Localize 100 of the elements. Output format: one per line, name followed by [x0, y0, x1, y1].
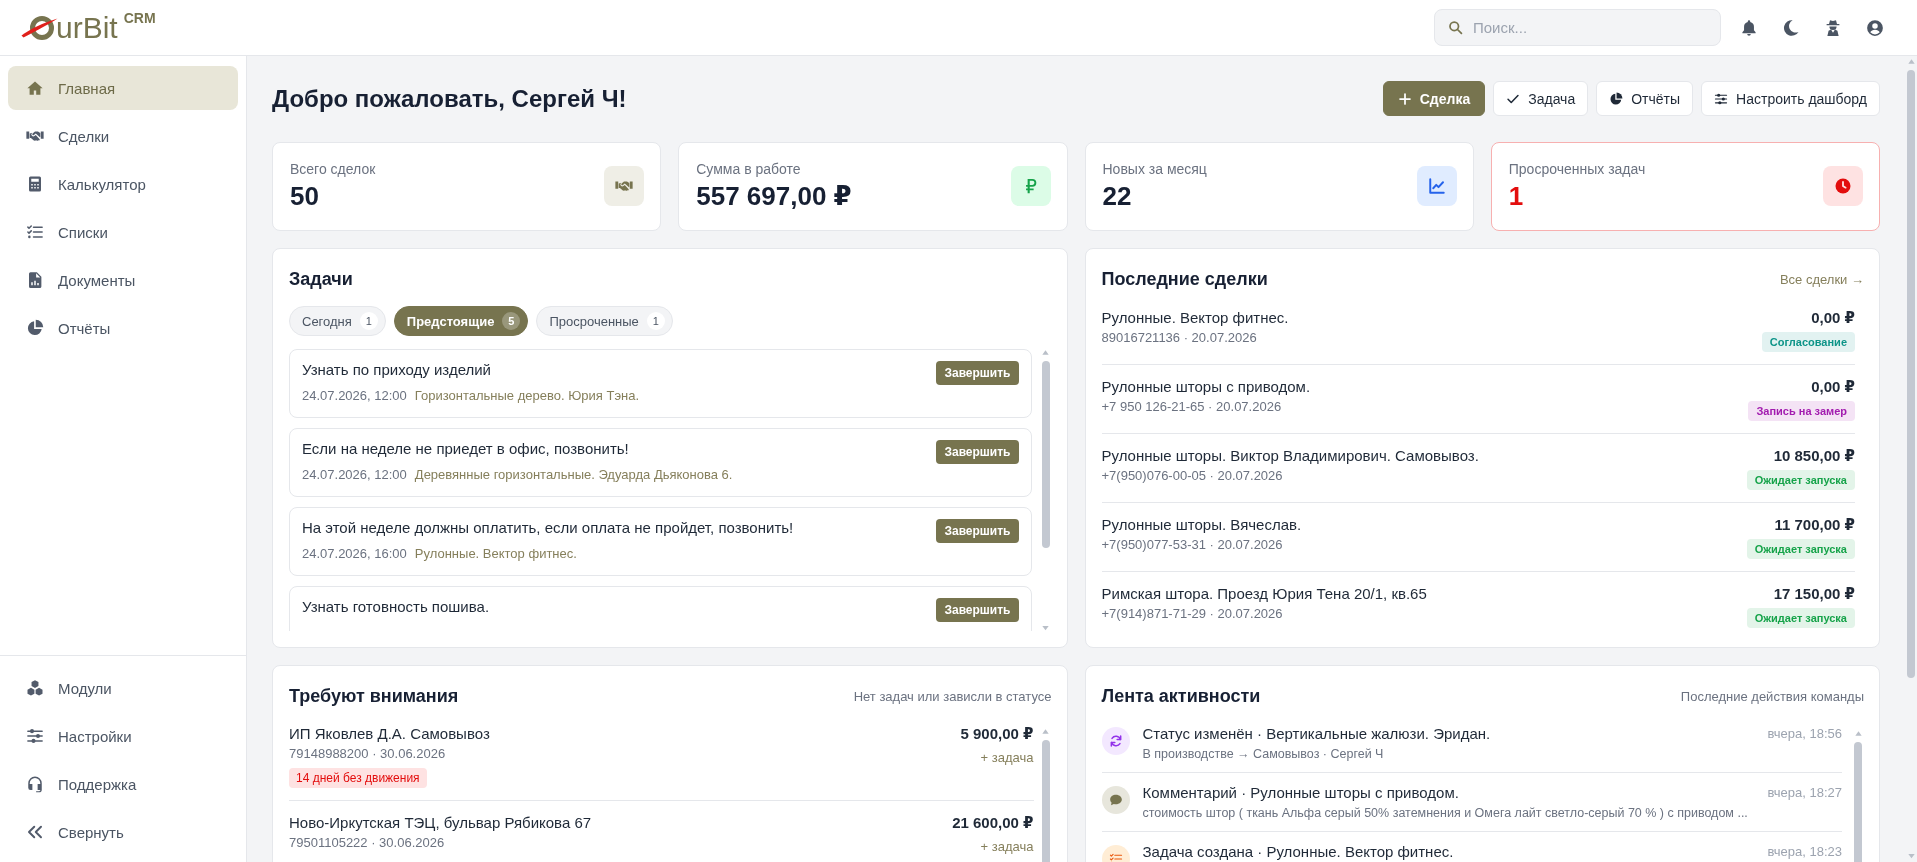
caret-up-icon[interactable] — [1041, 349, 1050, 356]
sync-icon — [1101, 727, 1130, 755]
nav-item[interactable]: Свернуть — [8, 810, 238, 854]
status-badge: Ожидает запуска — [1746, 470, 1855, 490]
plus-icon — [1397, 91, 1412, 106]
nav-item[interactable]: Калькулятор — [8, 162, 238, 206]
pie-chart-icon — [1609, 91, 1624, 106]
nav-item[interactable]: Списки — [8, 210, 238, 254]
deal-name: Рулонные. Вектор фитнес. — [1101, 308, 1290, 328]
item-amount: 5 900,00 ₽ — [960, 724, 1034, 744]
filter-tab[interactable]: Просроченные 1 — [536, 306, 673, 336]
bell-icon[interactable] — [1740, 18, 1758, 37]
add-task-link[interactable]: + задача — [980, 837, 1034, 857]
deal-contact: +7 950 126-21-65 · 20.07.2026 — [1101, 398, 1283, 416]
nav-item[interactable]: Поддержка — [8, 762, 238, 806]
task-date: 24.07.2026, 12:00 — [302, 387, 407, 405]
deal-name: Рулонные шторы. Вячеслав. — [1101, 515, 1303, 535]
handshake-icon — [604, 166, 645, 206]
stat-label: Всего сделок — [290, 160, 377, 179]
pie-chart-icon — [26, 319, 44, 337]
calculator-icon — [26, 175, 44, 193]
search-icon — [1448, 20, 1463, 35]
activity-title: Статус изменён · Вертикальные жалюзи. Эридан. — [1142, 724, 1492, 744]
caret-up-icon[interactable] — [1853, 730, 1863, 737]
task-note: Деревянные горизонтальные. Эдуарда Дьяконова 6. — [414, 466, 733, 484]
complete-button[interactable]: Завершить — [936, 361, 1019, 385]
line-chart-icon — [1416, 166, 1457, 206]
complete-button[interactable]: Завершить — [936, 440, 1019, 464]
scrollbar-thumb[interactable] — [1907, 70, 1915, 678]
activity-title: Комментарий · Рулонные шторы с приводом. — [1142, 783, 1460, 803]
status-badge: Согласование — [1761, 332, 1855, 352]
task-title: На этой неделе должны оплатить, если оплата не пройдет, позвонить! — [302, 518, 795, 538]
task-title: Узнать готовность пошива. — [302, 597, 491, 617]
task-title: Узнать по приходу изделий — [302, 360, 492, 380]
count-badge: 1 — [646, 312, 665, 330]
complete-button[interactable]: Завершить — [936, 519, 1019, 543]
activity-detail: стоимость штор ( ткань Альфа серый 50% затемнения и Омега лайт светло-серый 70 % ) с приводом ... — [1142, 805, 1747, 822]
caret-up-icon[interactable] — [1041, 728, 1050, 735]
user-icon[interactable] — [1866, 18, 1884, 37]
stat-value: 557 697,00 ₽ — [696, 180, 853, 213]
action-button[interactable]: Задача — [1493, 81, 1589, 116]
double-chevron-left-icon — [26, 823, 44, 841]
nav-item[interactable]: Модули — [8, 666, 238, 710]
deal-contact: +7(950)076-00-05 · 20.07.2026 — [1101, 467, 1284, 485]
deal-name: Римская штора. Проезд Юрия Тена 20/1, кв.65 — [1101, 584, 1428, 604]
caret-down-icon[interactable] — [1906, 852, 1916, 859]
activity-time: вчера, 18:27 — [1767, 784, 1842, 802]
sliders-icon — [1714, 91, 1729, 106]
nav-item[interactable]: Главная — [8, 66, 238, 110]
stat-label: Просроченных задач — [1508, 160, 1647, 179]
page-title: Добро пожаловать, Сергей Ч! — [272, 84, 627, 113]
activity-title: Задача создана · Рулонные. Вектор фитнес. — [1142, 842, 1455, 862]
item-contact: 79148988200 · 30.06.2026 — [289, 745, 447, 763]
stat-value: 22 — [1102, 180, 1133, 213]
deal-contact: 89016721136 · 20.07.2026 — [1101, 329, 1258, 347]
deal-contact: +7(914)871-71-29 · 20.07.2026 — [1101, 605, 1284, 623]
item-name: Ново-Иркутская ТЭЦ, бульвар Рябикова 67 — [289, 813, 593, 833]
stat-label: Сумма в работе — [696, 160, 802, 179]
deal-name: Рулонные шторы с приводом. — [1101, 377, 1312, 397]
count-badge: 5 — [502, 312, 521, 330]
panel-title: Требуют внимания — [289, 685, 459, 707]
item-amount: 21 600,00 ₽ — [952, 813, 1034, 833]
spy-icon[interactable] — [1824, 18, 1842, 37]
filter-tab[interactable]: Предстоящие 5 — [393, 306, 529, 336]
deal-amount: 0,00 ₽ — [1811, 308, 1855, 328]
task-date: 24.07.2026, 12:00 — [302, 466, 407, 484]
add-task-link[interactable]: + задача — [980, 748, 1034, 768]
item-contact: 79501105222 · 30.06.2026 — [289, 834, 446, 852]
action-button[interactable]: Отчёты — [1596, 81, 1694, 116]
logo-text: urBit — [56, 12, 118, 43]
task-title: Если на неделе не приедет в офис, позвонить! — [302, 439, 630, 459]
activity-time: вчера, 18:56 — [1767, 725, 1842, 743]
activity-detail: В производстве → Самовывоз · Сергей Ч — [1142, 746, 1385, 763]
nav-item[interactable]: Отчёты — [8, 306, 238, 350]
search-field[interactable]: Поиск... — [1434, 9, 1721, 46]
panel-title: Лента активности — [1101, 685, 1261, 707]
deal-amount: 17 150,00 ₽ — [1773, 584, 1855, 604]
complete-button[interactable]: Завершить — [936, 598, 1019, 622]
document-icon — [26, 271, 44, 289]
checklist-icon — [26, 223, 44, 241]
nav-item[interactable]: Настройки — [8, 714, 238, 758]
panel-title: Последние сделки — [1101, 268, 1268, 290]
scrollbar-thumb[interactable] — [1041, 361, 1050, 548]
filter-tab[interactable]: Сегодня 1 — [289, 306, 386, 336]
caret-up-icon[interactable] — [1906, 58, 1916, 65]
action-button[interactable]: Настроить дашборд — [1701, 81, 1880, 116]
action-button[interactable]: Сделка — [1382, 81, 1486, 116]
all-deals-link[interactable]: Все сделки → — [1779, 271, 1864, 287]
stat-label: Новых за месяц — [1102, 160, 1208, 179]
speech-bubble-icon — [1101, 786, 1130, 814]
task-note: Горизонтальные дерево. Юрия Тэна. — [414, 387, 640, 405]
nav-item[interactable]: Документы — [8, 258, 238, 302]
status-badge: Ожидает запуска — [1746, 608, 1855, 628]
cubes-icon — [26, 679, 44, 697]
nav-item[interactable]: Сделки — [8, 114, 238, 158]
panel-title: Задачи — [289, 268, 353, 290]
caret-down-icon[interactable] — [1041, 624, 1050, 631]
moon-icon[interactable] — [1782, 18, 1800, 37]
deal-amount: 10 850,00 ₽ — [1773, 446, 1855, 466]
ruble-icon — [1010, 166, 1051, 206]
